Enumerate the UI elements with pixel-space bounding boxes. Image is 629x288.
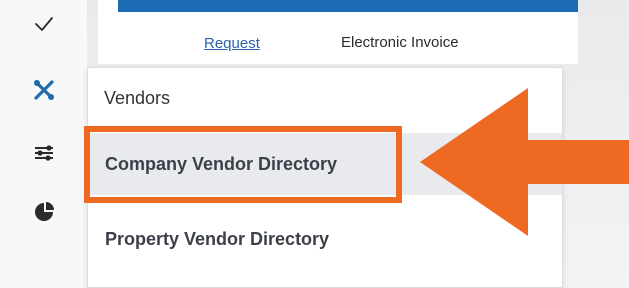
sliders-icon [34,145,53,161]
annotation-highlight-box [84,126,402,203]
request-link[interactable]: Request [204,35,260,52]
checkmark-icon [34,17,53,31]
pie-chart-icon [34,202,54,221]
menu-item-label: Property Vendor Directory [105,228,330,249]
header-accent-bar [118,0,578,12]
sidebar-item-settings[interactable] [0,123,87,183]
menu-header-vendors[interactable]: Vendors [104,88,170,109]
sidebar-item-approvals[interactable] [0,0,87,54]
electronic-invoice-label: Electronic Invoice [341,34,459,51]
tools-icon [33,80,54,100]
sidebar-item-reports[interactable] [0,182,87,242]
sidebar-item-tools[interactable] [0,60,87,120]
sidebar-rail [0,0,88,288]
arrow-left-icon [420,88,629,236]
